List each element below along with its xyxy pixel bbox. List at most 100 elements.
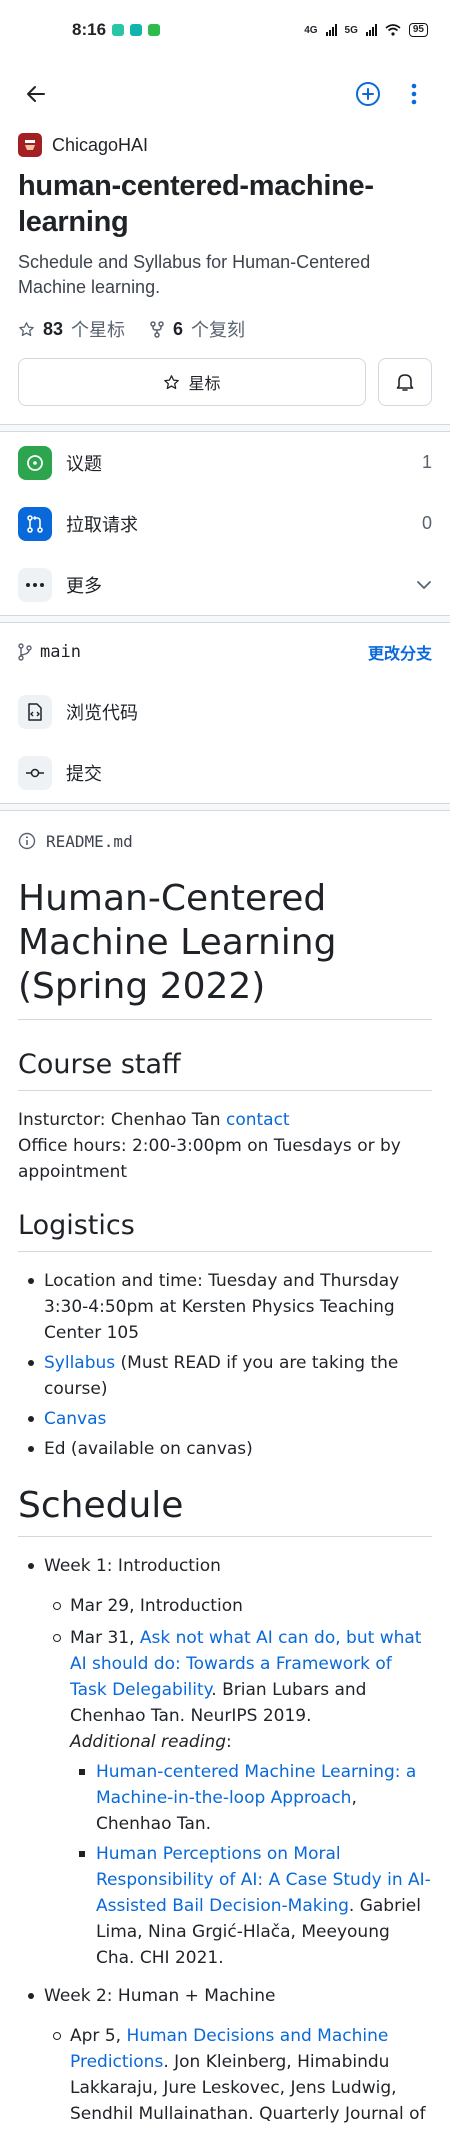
branch-row: main 更改分支: [0, 623, 450, 681]
star-outline-icon: [164, 374, 180, 389]
top-app-bar-actions: [350, 76, 432, 112]
schedule-list: Week 1: Introduction Mar 29, Introductio…: [18, 1553, 432, 2127]
git-pull-request-icon: [27, 514, 43, 533]
pull-requests-label: 拉取请求: [66, 514, 138, 535]
star-button[interactable]: 星标: [18, 358, 366, 406]
stars-label: 个星标: [71, 320, 126, 340]
issues-label: 议题: [66, 453, 102, 474]
fork-icon: [150, 320, 164, 338]
contact-link[interactable]: contact: [226, 1110, 290, 1130]
list-item: Syllabus (Must READ if you are taking th…: [18, 1350, 432, 1402]
list-item: Location and time: Tuesday and Thursday …: [18, 1268, 432, 1346]
status-right: 4G 5G 95: [304, 23, 428, 37]
pull-requests-count: 0: [421, 513, 432, 533]
notification-app-icon: [148, 24, 161, 36]
git-commit-icon: [26, 768, 44, 777]
mar31-date: Mar 31,: [70, 1628, 140, 1648]
readme-header: README.md: [0, 811, 450, 871]
bell-icon: [396, 374, 414, 391]
apr5-date: Apr 5,: [70, 2026, 127, 2046]
status-time: 8:16: [72, 20, 107, 39]
git-branch-icon: [18, 643, 32, 661]
list-item: Apr 5, Human Decisions and Machine Predi…: [44, 2023, 432, 2127]
canvas-link[interactable]: Canvas: [44, 1409, 106, 1429]
list-item: Human-centered Machine Learning: a Machi…: [70, 1759, 432, 1837]
repo-owner[interactable]: ChicagoHAI: [0, 128, 450, 162]
section-divider: [0, 615, 450, 623]
status-bar: 8:16 4G 5G 95: [0, 0, 450, 60]
reading1-link[interactable]: Human-centered Machine Learning: a Machi…: [96, 1762, 416, 1808]
logistics-list: Location and time: Tuesday and Thursday …: [18, 1268, 432, 1462]
mar29-text: Mar 29, Introduction: [70, 1596, 243, 1616]
info-icon: [18, 832, 36, 850]
stars-count: 83: [43, 318, 64, 339]
change-branch-button[interactable]: 更改分支: [368, 640, 432, 664]
status-left: 8:16: [72, 20, 161, 40]
issues-count: 1: [421, 452, 432, 472]
commits-row[interactable]: 提交: [0, 742, 450, 803]
arrow-left-icon: [27, 86, 45, 102]
star-button-label: 星标: [188, 376, 221, 393]
forks-count: 6: [173, 318, 184, 339]
additional-reading-colon: :: [226, 1732, 232, 1752]
repo-stats: 83 个星标 6 个复刻: [0, 300, 450, 342]
more-icon-wrap: [18, 567, 52, 602]
kebab-menu-icon: [411, 83, 417, 105]
readme-content: Human-Centered Machine Learning (Spring …: [0, 871, 450, 2127]
list-item: Mar 31, Ask not what AI can do, but what…: [44, 1625, 432, 1971]
syllabus-link[interactable]: Syllabus: [44, 1353, 115, 1373]
pull-requests-icon-wrap: [18, 506, 52, 541]
owner-logo-icon: [25, 140, 35, 150]
list-item: Week 1: Introduction Mar 29, Introductio…: [18, 1553, 432, 1971]
week2-title: Week 2: Human + Machine: [44, 1986, 276, 2006]
staff-heading: Course staff: [18, 1048, 432, 1091]
battery-indicator: 95: [408, 23, 428, 37]
network-type-label: 4G: [304, 24, 318, 36]
location-text: Location and time: Tuesday and Thursday …: [44, 1271, 400, 1343]
commits-label: 提交: [66, 763, 102, 784]
top-app-bar: [0, 60, 450, 128]
additional-reading-list: Human-centered Machine Learning: a Machi…: [70, 1759, 432, 1971]
browse-code-row[interactable]: 浏览代码: [0, 681, 450, 742]
wifi-icon: [385, 24, 401, 36]
commits-icon-wrap: [18, 755, 52, 790]
add-button[interactable]: [350, 76, 386, 112]
ellipsis-icon: [26, 582, 44, 587]
repo-actions: 星标: [0, 342, 450, 424]
repo-name: human-centered-machine-learning: [18, 170, 374, 238]
signal-icon: [365, 24, 377, 36]
pull-requests-row[interactable]: 拉取请求 0: [0, 493, 450, 554]
section-divider: [0, 803, 450, 811]
watch-button[interactable]: [378, 358, 432, 406]
issues-row[interactable]: 议题 1: [0, 432, 450, 493]
additional-reading-label: Additional reading: [70, 1732, 226, 1752]
file-code-icon: [28, 702, 42, 721]
network-type-label: 5G: [344, 24, 358, 36]
back-button[interactable]: [18, 76, 54, 112]
forks-label: 个复刻: [191, 320, 246, 340]
plus-circle-icon: [356, 82, 380, 106]
ed-text: Ed (available on canvas): [44, 1439, 253, 1459]
list-item: Week 2: Human + Machine Apr 5, Human Dec…: [18, 1983, 432, 2127]
owner-avatar: [18, 133, 42, 157]
browse-code-icon-wrap: [18, 694, 52, 729]
notification-app-icon: [112, 24, 125, 36]
more-row[interactable]: 更多: [0, 554, 450, 615]
branch-name: main: [40, 642, 81, 662]
logistics-heading: Logistics: [18, 1209, 432, 1252]
week1-title: Week 1: Introduction: [44, 1556, 221, 1576]
stars-stat[interactable]: 83 个星标: [18, 316, 125, 342]
forks-stat[interactable]: 6 个复刻: [149, 316, 245, 342]
star-outline-icon: [19, 321, 34, 336]
more-options-button[interactable]: [396, 76, 432, 112]
list-item: Human Perceptions on Moral Responsibilit…: [70, 1841, 432, 1971]
notification-app-icon: [130, 24, 143, 36]
schedule-heading: Schedule: [18, 1484, 432, 1537]
week2-sessions: Apr 5, Human Decisions and Machine Predi…: [44, 2023, 432, 2127]
owner-name: ChicagoHAI: [52, 134, 149, 155]
list-item: Canvas: [18, 1406, 432, 1432]
readme-title: Human-Centered Machine Learning (Spring …: [18, 877, 432, 1020]
list-item: Mar 29, Introduction: [44, 1593, 432, 1619]
browse-code-label: 浏览代码: [66, 702, 138, 723]
signal-icon: [325, 24, 337, 36]
